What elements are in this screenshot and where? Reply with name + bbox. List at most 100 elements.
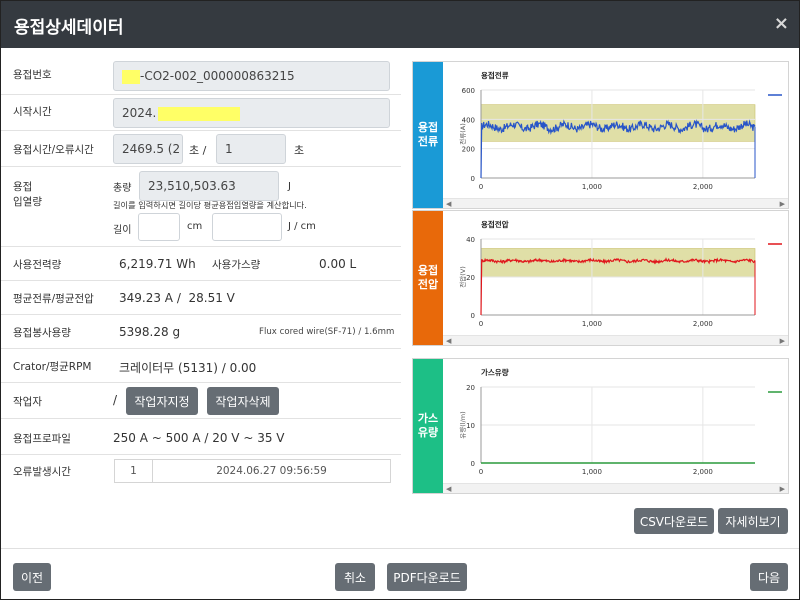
current-chart[interactable]: 용접전류 0 200 400 600 0 1,000 2,000 전류(A): [443, 62, 788, 198]
gas-chart[interactable]: 가스유량 0 10 20 0 1,000 2,000 유량(l/m): [443, 359, 788, 483]
voltage-side-label: 용접 전압: [413, 211, 443, 345]
current-side-line2: 전류: [417, 135, 439, 148]
heat-input-label-line2: 입열량: [13, 196, 42, 208]
total-label: 총량: [113, 183, 132, 194]
y-axis-label: 유량(l/m): [459, 411, 467, 438]
heat-input-label-line1: 용접: [13, 181, 33, 193]
gas-chart-panel: 가스 유량 가스유량 0 10 20 0 1,000 2,000 유량(l/m) ◀ ▶: [412, 358, 789, 494]
wire-spec: Flux cored wire(SF-71) / 1.6mm: [259, 327, 395, 337]
row-start-time: 시작시간 2024.: [1, 95, 401, 131]
delete-worker-button[interactable]: 작업자삭제: [207, 387, 279, 415]
y-tick-label: 0: [471, 312, 475, 320]
gas-side-line1: 가스: [417, 412, 439, 425]
wire-value: 5398.28 g: [119, 325, 181, 339]
detail-view-button[interactable]: 자세히보기: [718, 508, 788, 534]
x-tick-label: 0: [479, 468, 483, 476]
length-label: 길이: [113, 225, 132, 236]
row-error-time: 오류발생시간 1 2024.06.27 09:56:59: [1, 455, 401, 491]
x-tick-label: 2,000: [693, 320, 713, 328]
x-tick-label: 2,000: [693, 468, 713, 476]
row-worker: 작업자 / 작업자지정 작업자삭제: [1, 383, 401, 419]
y-tick-label: 600: [462, 87, 475, 95]
scroll-left-icon[interactable]: ◀: [446, 336, 451, 346]
heat-per-length-input[interactable]: [212, 213, 282, 241]
power-value: 6,219.71 Wh: [119, 257, 196, 271]
heat-per-length-unit: J / cm: [288, 221, 316, 232]
gas-usage-label: 사용가스량: [212, 259, 261, 271]
x-tick-label: 0: [479, 183, 483, 191]
dialog-title: 용접상세데이터: [14, 18, 124, 38]
y-axis-label: 전압(V): [458, 266, 467, 287]
row-profile: 용접프로파일 250 A ~ 500 A / 20 V ~ 35 V: [1, 419, 401, 455]
csv-download-button[interactable]: CSV다운로드: [634, 508, 714, 534]
crater-label: Crator/평균RPM: [13, 361, 92, 373]
scroll-right-icon[interactable]: ▶: [780, 336, 785, 346]
error-time-cell: 2024.06.27 09:56:59: [152, 459, 391, 483]
avg-value: 349.23 A / 28.51 V: [119, 291, 235, 305]
error-time-field: 1: [216, 134, 286, 164]
row-wire: 용접봉사용량 5398.28 g Flux cored wire(SF-71) …: [1, 315, 401, 349]
close-icon[interactable]: ×: [774, 13, 789, 34]
gas-side-label: 가스 유량: [413, 359, 443, 493]
weld-time-label: 용접시간/오류시간: [13, 144, 94, 156]
total-heat-field: 23,510,503.63: [139, 171, 279, 201]
x-tick-label: 1,000: [582, 183, 602, 191]
voltage-side-line2: 전압: [417, 278, 439, 291]
y-tick-label: 10: [466, 422, 475, 430]
voltage-chart[interactable]: 용접전압 0 20 40 0 1,000 2,000 전압(V): [443, 211, 788, 335]
scroll-right-icon[interactable]: ▶: [780, 199, 785, 209]
row-crater: Crator/평균RPM 크레이터무 (5131) / 0.00: [1, 349, 401, 383]
length-unit: cm: [187, 221, 203, 232]
weld-no-field: -CO2-002_000000863215: [113, 61, 390, 91]
error-time-unit: 초: [294, 144, 305, 157]
y-tick-label: 200: [462, 146, 475, 154]
voltage-chart-panel: 용접 전압 용접전압 0 20 40 0 1,000 2,000 전압(V) ◀ ▶: [412, 210, 789, 346]
y-tick-label: 40: [466, 236, 475, 244]
power-label: 사용전력량: [13, 259, 62, 271]
row-avg: 평균전류/평균전압 349.23 A / 28.51 V: [1, 281, 401, 315]
x-tick-label: 2,000: [693, 183, 713, 191]
y-tick-label: 0: [471, 175, 475, 183]
y-tick-label: 0: [471, 460, 475, 468]
next-button[interactable]: 다음: [750, 563, 788, 591]
redaction-mark: [122, 69, 140, 84]
row-weld-no: 용접번호 -CO2-002_000000863215: [1, 59, 401, 95]
y-tick-label: 20: [466, 384, 475, 392]
y-axis-label: 전류(A): [458, 123, 467, 144]
chart-title: 가스유량: [481, 367, 509, 377]
prev-button[interactable]: 이전: [13, 563, 51, 591]
avg-label: 평균전류/평균전압: [13, 293, 94, 305]
weld-no-value: -CO2-002_000000863215: [140, 69, 295, 83]
wire-label: 용접봉사용량: [13, 327, 71, 339]
scroll-right-icon[interactable]: ▶: [780, 484, 785, 494]
scroll-left-icon[interactable]: ◀: [446, 199, 451, 209]
gas-usage-value: 0.00 L: [319, 257, 357, 271]
scroll-left-icon[interactable]: ◀: [446, 484, 451, 494]
voltage-chart-scrollbar[interactable]: ◀ ▶: [443, 335, 788, 345]
weld-time-field: 2469.5 (2: [113, 134, 183, 164]
start-time-field: 2024.: [113, 98, 390, 128]
x-tick-label: 0: [479, 320, 483, 328]
y-tick-label: 20: [466, 274, 475, 282]
profile-value: 250 A ~ 500 A / 20 V ~ 35 V: [113, 431, 285, 445]
target-band: [480, 104, 756, 142]
chart-title: 용접전압: [481, 219, 509, 229]
weld-no-label: 용접번호: [13, 69, 52, 81]
y-tick-label: 400: [462, 116, 475, 124]
gas-side-line2: 유량: [417, 426, 439, 439]
worker-separator: /: [113, 393, 118, 407]
weld-detail-dialog: 용접상세데이터 × 용접번호 -CO2-002_000000863215 시작시…: [0, 0, 800, 600]
weld-time-unit: 초 /: [189, 144, 207, 157]
assign-worker-button[interactable]: 작업자지정: [126, 387, 198, 415]
total-heat-unit: J: [288, 181, 291, 192]
pdf-download-button[interactable]: PDF다운로드: [387, 563, 467, 591]
dialog-titlebar: 용접상세데이터 ×: [1, 1, 799, 48]
cancel-button[interactable]: 취소: [335, 563, 375, 591]
crater-value: 크레이터무 (5131) / 0.00: [119, 361, 257, 375]
redaction-mark: [158, 106, 241, 121]
gas-chart-scrollbar[interactable]: ◀ ▶: [443, 483, 788, 493]
row-weld-time: 용접시간/오류시간 2469.5 (2 초 / 1 초: [1, 131, 401, 167]
current-chart-scrollbar[interactable]: ◀ ▶: [443, 198, 788, 208]
chart-title: 용접전류: [481, 70, 509, 80]
length-input[interactable]: [138, 213, 180, 241]
